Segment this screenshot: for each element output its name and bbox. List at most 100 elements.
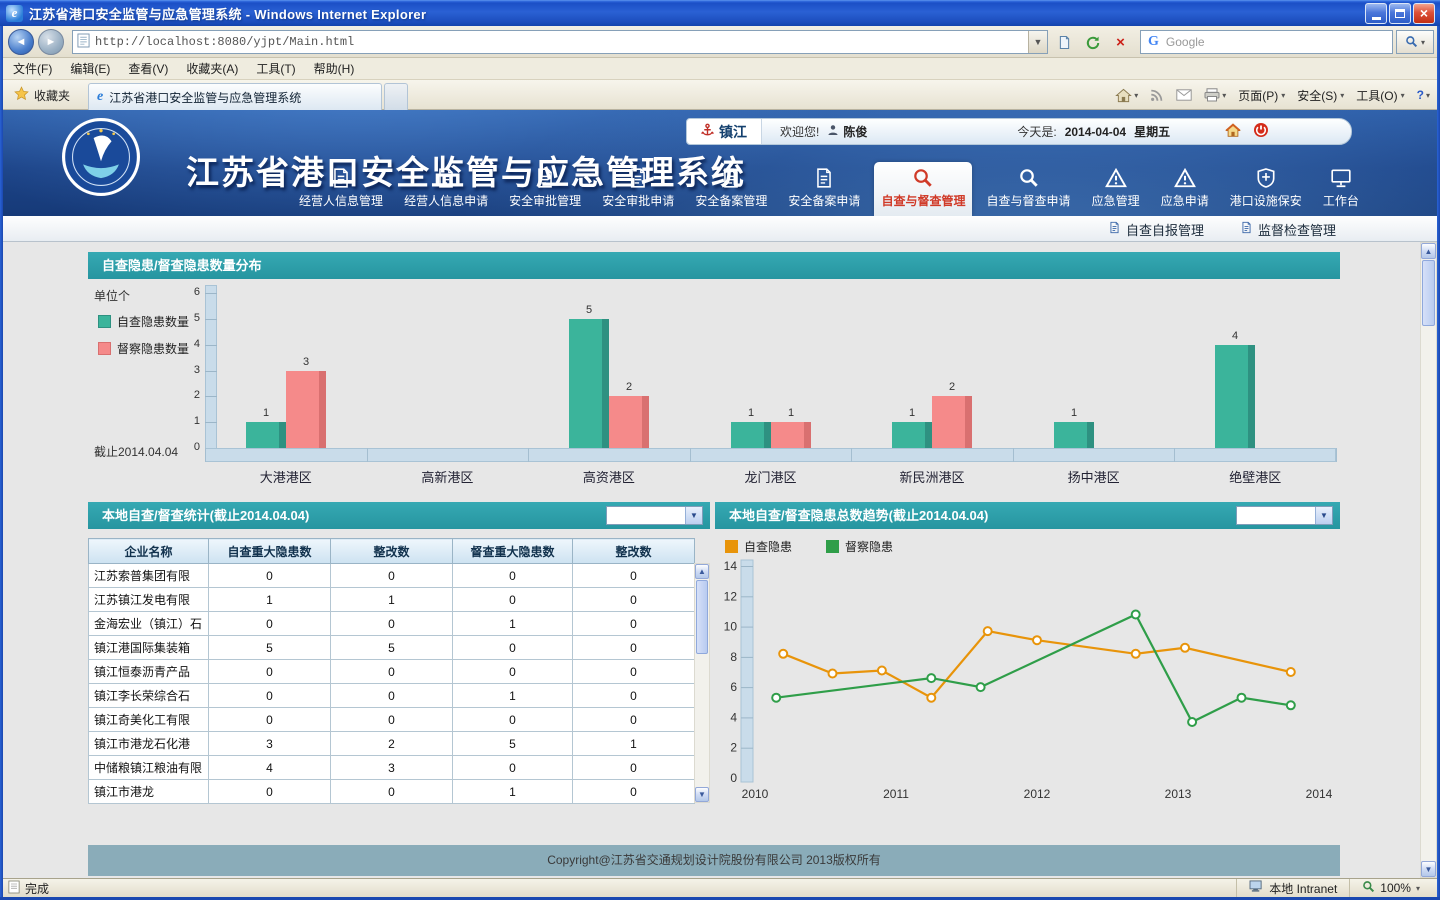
portal-home-button[interactable] bbox=[1225, 123, 1241, 141]
favorites-button[interactable]: 收藏夹 bbox=[6, 84, 78, 106]
print-button[interactable]: ▾ bbox=[1204, 88, 1226, 102]
nav-item[interactable]: 安全审批管理 bbox=[502, 162, 588, 216]
nav-item[interactable]: 应急申请 bbox=[1154, 162, 1216, 216]
new-tab-button[interactable] bbox=[384, 83, 408, 110]
scrollbar-thumb[interactable] bbox=[696, 580, 708, 654]
zoom-control[interactable]: 100% ▾ bbox=[1349, 879, 1432, 897]
svg-text:8: 8 bbox=[730, 650, 737, 664]
bar-value-label: 1 bbox=[892, 407, 932, 419]
legend-item: 自查隐患 bbox=[725, 538, 792, 555]
statistics-table: 企业名称自查重大隐患数整改数督查重大隐患数整改数江苏索普集团有限0000江苏镇江… bbox=[88, 538, 695, 804]
back-button[interactable]: ◄ bbox=[8, 29, 34, 55]
nav-item[interactable]: 应急管理 bbox=[1085, 162, 1147, 216]
scroll-down-button[interactable]: ▼ bbox=[695, 787, 709, 802]
tick-mark bbox=[205, 293, 217, 294]
category-label: 扬中港区 bbox=[1024, 467, 1164, 486]
help-button[interactable]: ?▾ bbox=[1417, 88, 1430, 102]
help-icon: ? bbox=[1417, 88, 1424, 102]
site-header: 江苏省港口安全监管与应急管理系统 镇江 欢迎您! 陈俊 今天是: 2014-04… bbox=[0, 110, 1440, 216]
close-button[interactable]: × bbox=[1413, 3, 1435, 24]
nav-item[interactable]: 经营人信息申请 bbox=[397, 162, 495, 216]
address-dropdown-button[interactable]: ▼ bbox=[1028, 31, 1047, 53]
svg-text:2011: 2011 bbox=[883, 787, 909, 801]
compatibility-view-button[interactable] bbox=[1052, 31, 1077, 54]
home-button[interactable]: ▾ bbox=[1115, 88, 1138, 103]
nav-item[interactable]: 安全备案申请 bbox=[781, 162, 867, 216]
nav-item-label: 应急管理 bbox=[1092, 192, 1140, 209]
logout-button[interactable] bbox=[1253, 122, 1269, 141]
combo-arrow-button[interactable]: ▼ bbox=[685, 507, 702, 524]
toolbar-menu-label: 工具(O) bbox=[1356, 87, 1397, 104]
search-button[interactable]: ▾ bbox=[1396, 30, 1434, 54]
bar-value-label: 2 bbox=[609, 381, 649, 393]
table-cell: 镇江港国际集装箱 bbox=[89, 636, 209, 660]
nav-item[interactable]: 安全审批申请 bbox=[595, 162, 681, 216]
svg-text:0: 0 bbox=[730, 771, 737, 785]
table-cell: 1 bbox=[453, 684, 573, 708]
nav-item[interactable]: 经营人信息管理 bbox=[292, 162, 390, 216]
mail-button[interactable] bbox=[1176, 89, 1192, 101]
toolbar-menu-button[interactable]: 安全(S)▾ bbox=[1297, 87, 1344, 104]
url-text[interactable]: http://localhost:8080/yjpt/Main.html bbox=[95, 35, 1028, 49]
scroll-up-button[interactable]: ▲ bbox=[1421, 243, 1436, 259]
table-scrollbar[interactable]: ▲ ▼ bbox=[694, 563, 710, 803]
toolbar-menu-button[interactable]: 工具(O)▾ bbox=[1356, 87, 1404, 104]
statistics-table-panel: 本地自查/督查统计(截止2014.04.04) ▼ 企业名称自查重大隐患数整改数… bbox=[88, 502, 710, 805]
table-cell: 3 bbox=[331, 756, 453, 780]
address-bar[interactable]: http://localhost:8080/yjpt/Main.html ▼ bbox=[72, 30, 1048, 54]
table-cell: 0 bbox=[453, 756, 573, 780]
window-border-left bbox=[0, 26, 3, 897]
table-cell: 0 bbox=[573, 612, 695, 636]
line-chart-legend: 自查隐患督察隐患 bbox=[725, 538, 893, 555]
nav-item-label: 经营人信息申请 bbox=[404, 192, 488, 209]
table-cell: 0 bbox=[573, 564, 695, 588]
table-cell: 0 bbox=[573, 780, 695, 804]
warning-icon bbox=[1105, 167, 1127, 189]
nav-item[interactable]: 港口设施保安 bbox=[1223, 162, 1309, 216]
forward-button[interactable]: ► bbox=[38, 29, 64, 55]
column-header: 企业名称 bbox=[89, 539, 209, 564]
menu-item[interactable]: 帮助(H) bbox=[305, 58, 364, 79]
page-scrollbar[interactable]: ▲ ▼ bbox=[1420, 242, 1437, 878]
nav-item-label: 应急申请 bbox=[1161, 192, 1209, 209]
table-row: 中储粮镇江粮油有限4300 bbox=[89, 756, 695, 780]
table-cell: 0 bbox=[331, 612, 453, 636]
browser-tab[interactable]: e 江苏省港口安全监管与应急管理系统 bbox=[88, 83, 382, 110]
svg-text:6: 6 bbox=[730, 680, 737, 694]
nav-item[interactable]: 工作台 bbox=[1316, 162, 1366, 216]
submenu-item[interactable]: 监督检查管理 bbox=[1240, 220, 1336, 239]
nav-item[interactable]: 自查与督查申请 bbox=[980, 162, 1078, 216]
bar-value-label: 1 bbox=[731, 407, 771, 419]
scroll-up-button[interactable]: ▲ bbox=[695, 564, 709, 579]
refresh-button[interactable] bbox=[1080, 31, 1105, 54]
toolbar-menu-button[interactable]: 页面(P)▾ bbox=[1238, 87, 1285, 104]
nav-item[interactable]: 安全备案管理 bbox=[688, 162, 774, 216]
search-box[interactable]: G Google bbox=[1140, 30, 1393, 54]
status-text: 完成 bbox=[25, 880, 49, 897]
menu-item[interactable]: 查看(V) bbox=[119, 58, 177, 79]
tick-mark bbox=[1013, 448, 1014, 462]
filter-dropdown[interactable]: ▼ bbox=[1236, 506, 1333, 525]
scroll-down-button[interactable]: ▼ bbox=[1421, 861, 1436, 877]
combo-arrow-button[interactable]: ▼ bbox=[1315, 507, 1332, 524]
table-cell: 0 bbox=[573, 660, 695, 684]
filter-dropdown[interactable]: ▼ bbox=[606, 506, 703, 525]
table-cell: 0 bbox=[209, 684, 331, 708]
table-cell: 0 bbox=[331, 684, 453, 708]
search-icon bbox=[1018, 167, 1040, 189]
table-cell: 3 bbox=[209, 732, 331, 756]
today-date: 2014-04-04 bbox=[1065, 125, 1126, 139]
scrollbar-thumb[interactable] bbox=[1422, 260, 1435, 326]
menu-item[interactable]: 文件(F) bbox=[4, 58, 61, 79]
nav-item[interactable]: 自查与督查管理 bbox=[874, 162, 972, 216]
chevron-down-icon: ▾ bbox=[1222, 91, 1226, 100]
category-label: 高新港区 bbox=[377, 467, 517, 486]
stop-button[interactable]: × bbox=[1108, 31, 1133, 54]
menu-item[interactable]: 工具(T) bbox=[247, 58, 304, 79]
menu-item[interactable]: 编辑(E) bbox=[61, 58, 119, 79]
maximize-button[interactable] bbox=[1389, 3, 1411, 24]
menu-item[interactable]: 收藏夹(A) bbox=[177, 58, 247, 79]
submenu-item[interactable]: 自查自报管理 bbox=[1108, 220, 1204, 239]
minimize-button[interactable] bbox=[1365, 3, 1387, 24]
rss-feed-button[interactable] bbox=[1150, 88, 1164, 102]
